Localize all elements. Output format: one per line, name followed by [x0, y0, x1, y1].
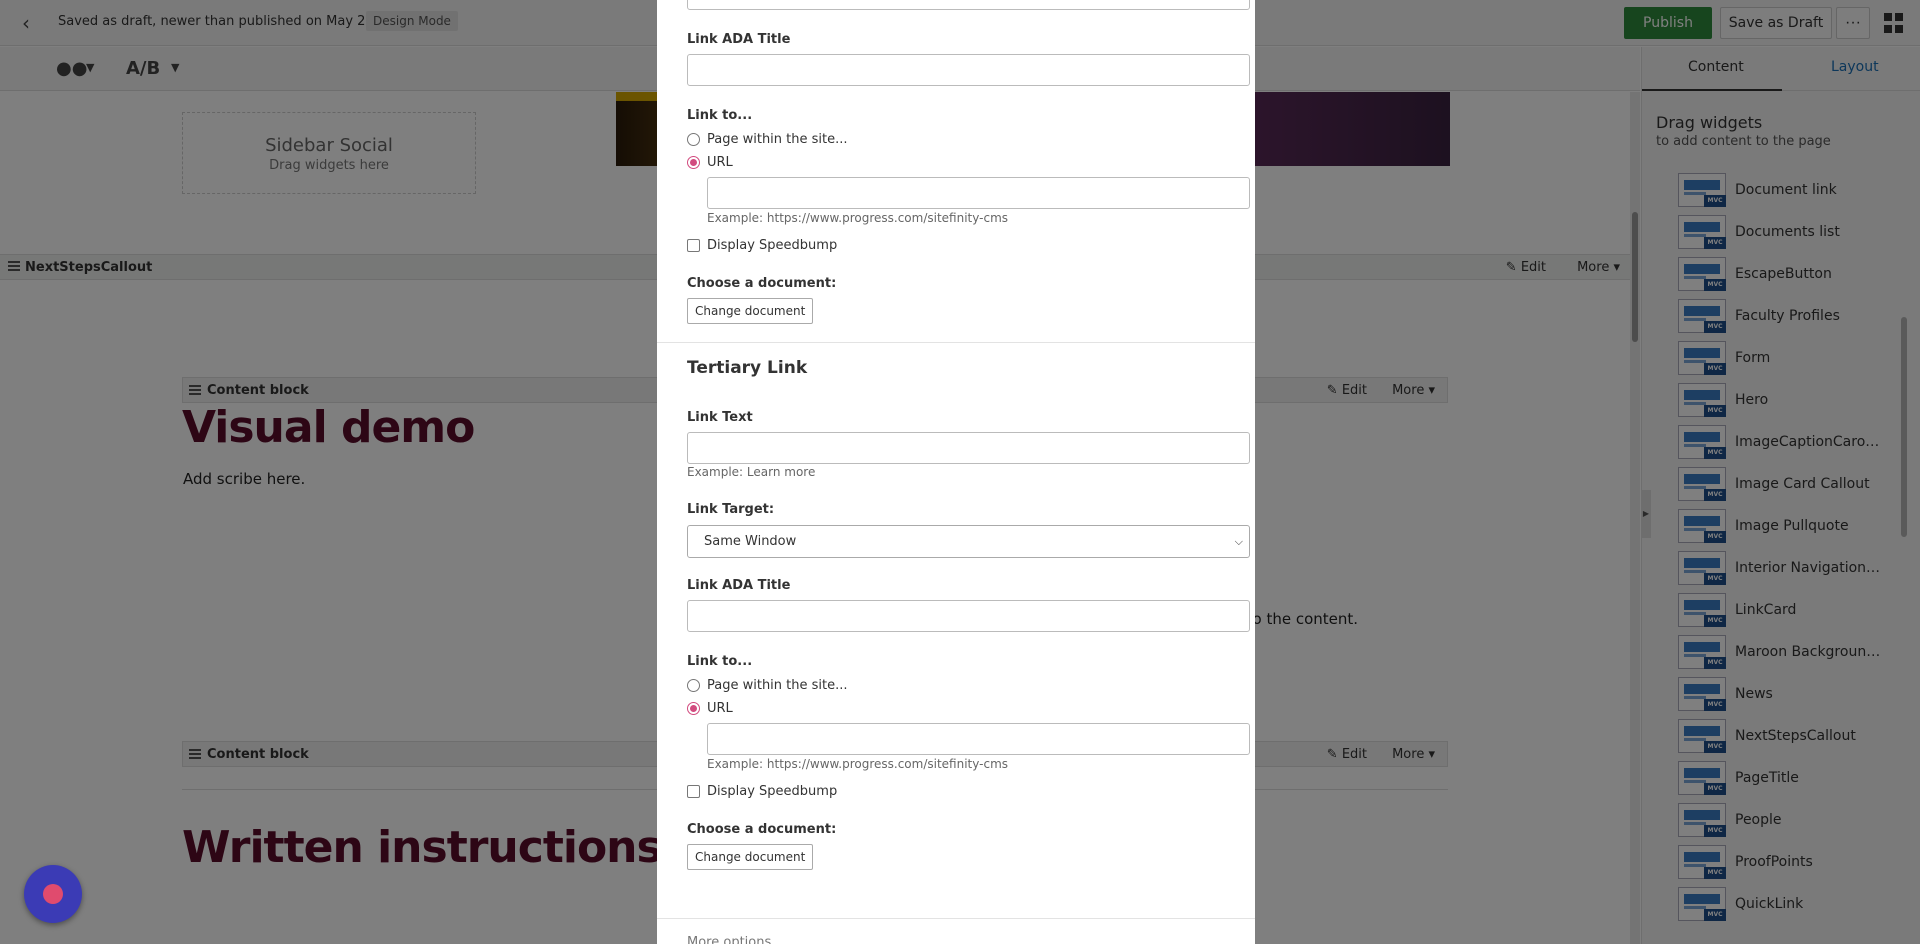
chevron-down-icon: ⌵ [1234, 534, 1243, 548]
choose-document-label: Choose a document: [687, 822, 837, 837]
checkbox-icon[interactable] [687, 785, 700, 798]
radio-icon[interactable] [687, 679, 700, 692]
section-divider [657, 918, 1255, 919]
checkbox-label: Display Speedbump [707, 784, 838, 799]
link-to-label: Link to... [687, 108, 753, 123]
radio-label: URL [707, 701, 733, 716]
radio-url[interactable]: URL [687, 701, 733, 716]
link-target-select[interactable]: Same Window ⌵ [687, 525, 1250, 558]
link-text-input[interactable] [687, 432, 1250, 464]
url-example-hint: Example: https://www.progress.com/sitefi… [707, 757, 1009, 771]
display-speedbump-checkbox[interactable]: Display Speedbump [687, 784, 837, 799]
select-value: Same Window [704, 534, 797, 549]
radio-url[interactable]: URL [687, 155, 733, 170]
previous-field-input[interactable] [687, 0, 1250, 10]
change-document-button[interactable]: Change document [687, 298, 814, 324]
more-options-link[interactable]: More options [687, 935, 771, 944]
link-ada-title-input[interactable] [687, 600, 1250, 632]
url-example-hint: Example: https://www.progress.com/sitefi… [707, 211, 1009, 225]
link-text-hint: Example: Learn more [687, 465, 816, 479]
tertiary-link-heading: Tertiary Link [687, 358, 808, 378]
link-ada-title-input[interactable] [687, 54, 1250, 86]
radio-label: Page within the site... [707, 678, 848, 693]
radio-label: URL [707, 155, 733, 170]
link-ada-title-label: Link ADA Title [687, 32, 791, 47]
radio-page-within-site[interactable]: Page within the site... [687, 132, 848, 147]
radio-selected-icon[interactable] [687, 156, 700, 169]
record-dot-icon [43, 884, 63, 904]
checkbox-icon[interactable] [687, 239, 700, 252]
section-divider [657, 342, 1255, 343]
link-text-label: Link Text [687, 410, 753, 425]
url-input[interactable] [707, 723, 1250, 755]
radio-icon[interactable] [687, 133, 700, 146]
link-target-label: Link Target: [687, 502, 775, 517]
choose-document-label: Choose a document: [687, 276, 837, 291]
link-ada-title-label: Link ADA Title [687, 578, 791, 593]
display-speedbump-checkbox[interactable]: Display Speedbump [687, 238, 837, 253]
url-input[interactable] [707, 177, 1250, 209]
radio-label: Page within the site... [707, 132, 848, 147]
radio-selected-icon[interactable] [687, 702, 700, 715]
change-document-button[interactable]: Change document [687, 844, 814, 870]
assistant-fab-button[interactable] [24, 865, 82, 923]
widget-designer-dialog: Link ADA Title Link to... Page within th… [657, 0, 1255, 944]
checkbox-label: Display Speedbump [707, 238, 838, 253]
radio-page-within-site[interactable]: Page within the site... [687, 678, 848, 693]
link-to-label: Link to... [687, 654, 753, 669]
